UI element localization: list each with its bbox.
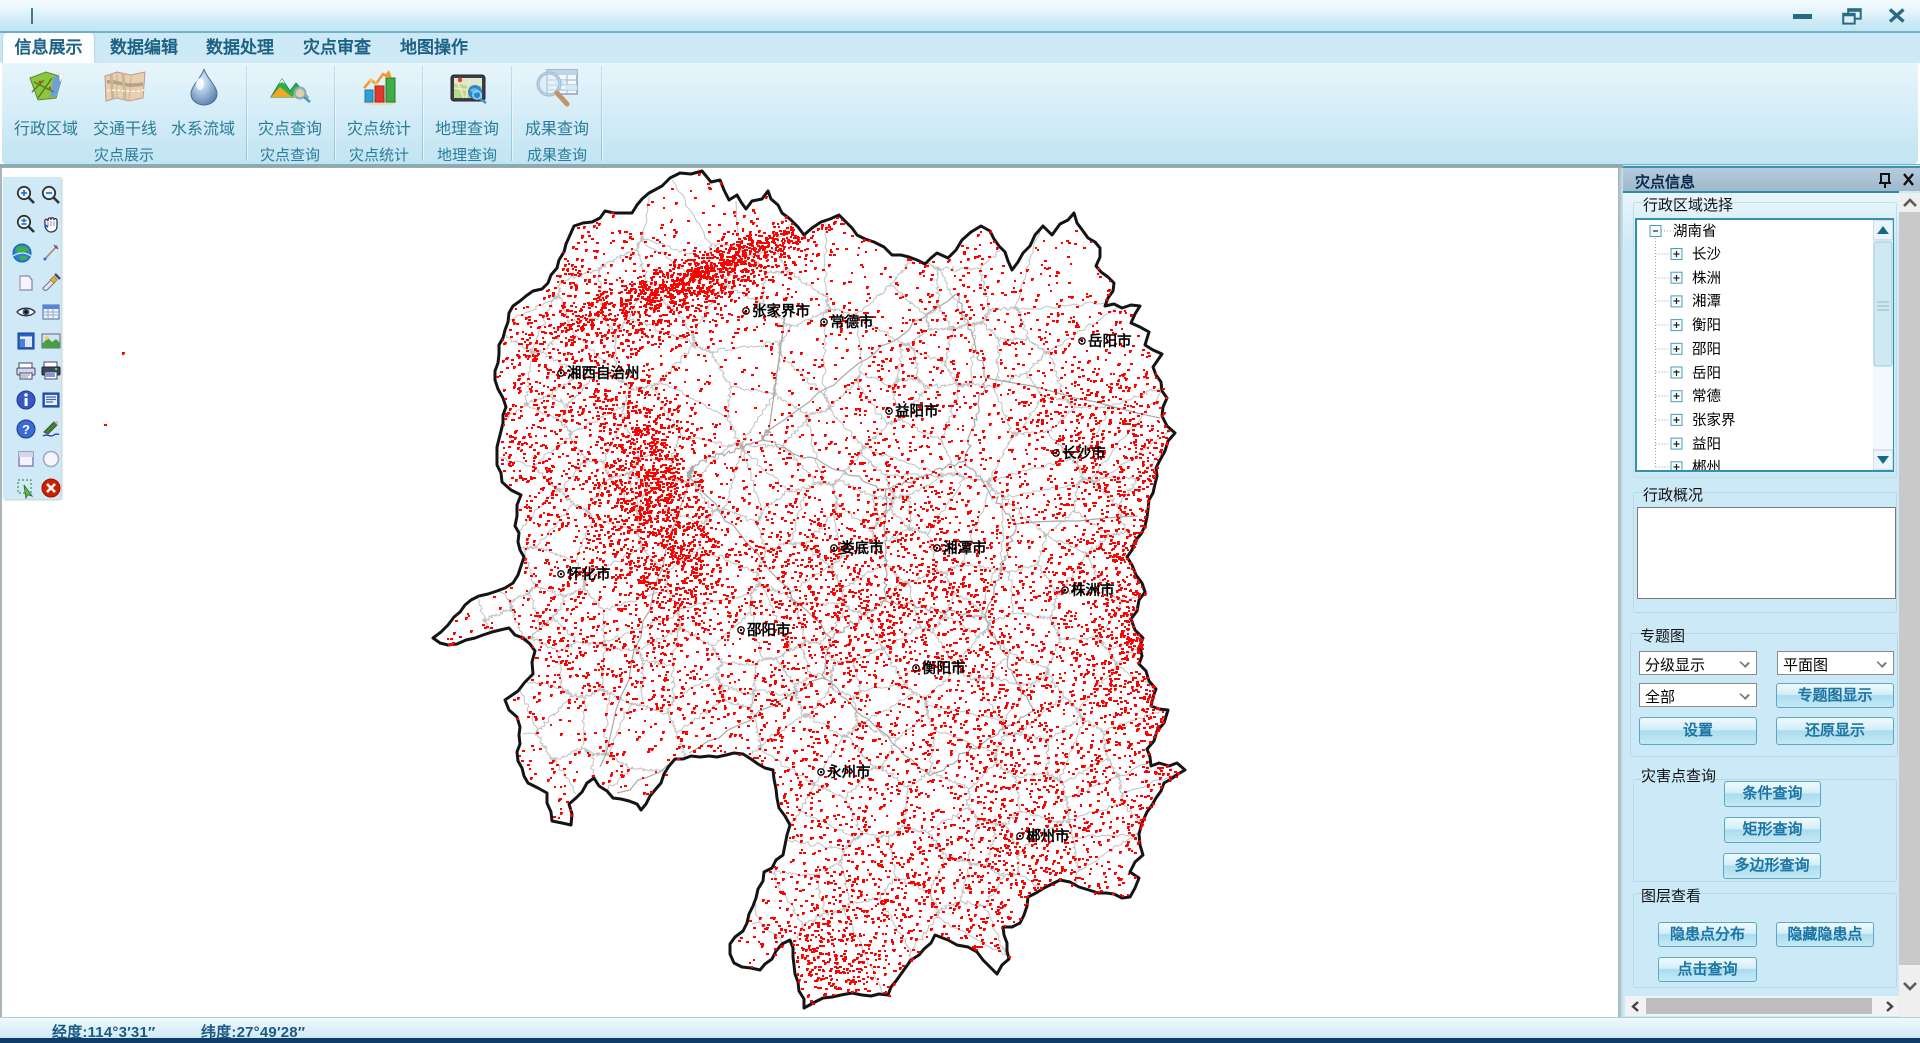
svg-text:益阳市: 益阳市 — [895, 402, 939, 420]
svg-text:?: ? — [22, 422, 30, 437]
svg-text:邵阳: 邵阳 — [1692, 341, 1721, 358]
svg-text:邵阳市: 邵阳市 — [746, 621, 791, 639]
svg-text:衡阳: 衡阳 — [1692, 317, 1721, 334]
svg-text:岳阳: 岳阳 — [1692, 365, 1721, 382]
svg-text:长沙市: 长沙市 — [1062, 444, 1106, 462]
svg-text:娄底市: 娄底市 — [840, 539, 884, 557]
svg-text:永州市: 永州市 — [826, 763, 871, 781]
svg-text:常德市: 常德市 — [830, 313, 874, 331]
svg-text:株洲市: 株洲市 — [1071, 581, 1115, 599]
svg-text:湘西自治州: 湘西自治州 — [567, 364, 640, 382]
svg-text:湘潭市: 湘潭市 — [943, 539, 987, 557]
svg-text:长沙: 长沙 — [1692, 246, 1721, 263]
svg-text:益阳: 益阳 — [1692, 436, 1721, 453]
svg-text:怀化市: 怀化市 — [567, 565, 611, 583]
svg-text:岳阳市: 岳阳市 — [1088, 332, 1132, 350]
svg-text:湘潭: 湘潭 — [1692, 293, 1721, 310]
svg-text:株洲: 株洲 — [1692, 270, 1721, 287]
svg-text:郴州: 郴州 — [1692, 459, 1721, 470]
svg-text:衡阳市: 衡阳市 — [922, 659, 966, 677]
svg-text:张家界: 张家界 — [1692, 412, 1736, 429]
svg-text:张家界市: 张家界市 — [752, 302, 810, 320]
svg-text:常德: 常德 — [1692, 388, 1721, 405]
svg-text:郴州市: 郴州市 — [1026, 827, 1070, 845]
svg-text:湖南省: 湖南省 — [1673, 223, 1717, 240]
